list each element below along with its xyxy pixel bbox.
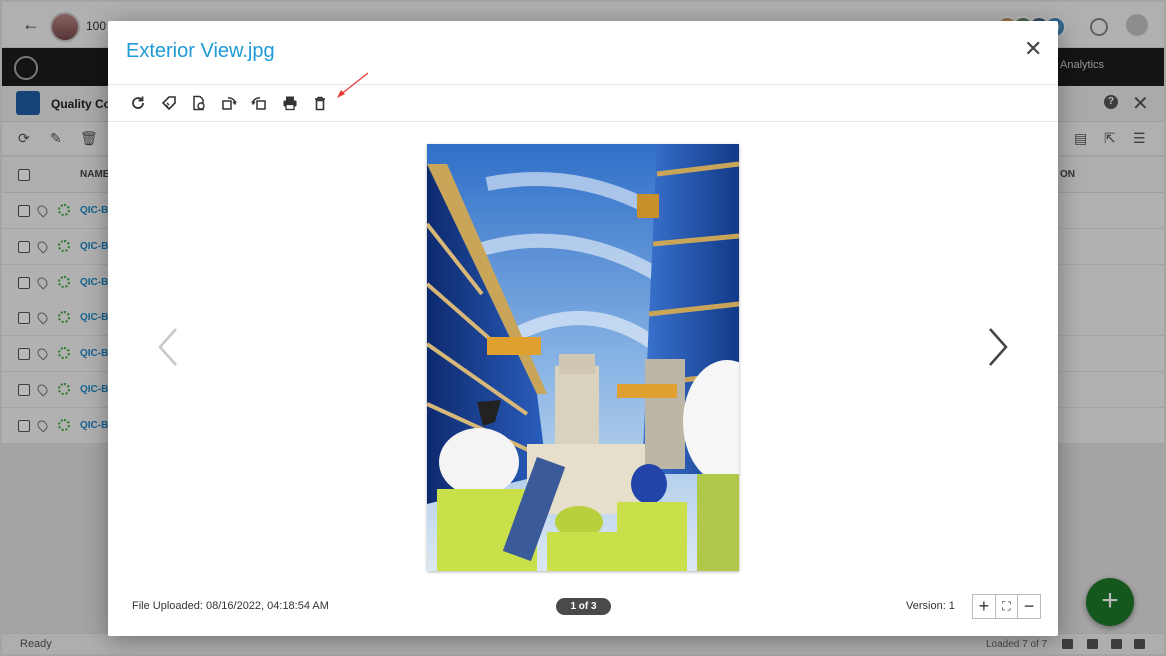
tag-icon[interactable]: [161, 95, 177, 111]
refresh-icon[interactable]: [130, 95, 146, 111]
version-label: Version: 1: [906, 600, 955, 612]
file-uploaded-timestamp: File Uploaded: 08/16/2022, 04:18:54 AM: [132, 600, 329, 612]
page-indicator: 1 of 3: [556, 598, 611, 615]
delete-icon[interactable]: [312, 95, 328, 111]
modal-title: Exterior View.jpg: [126, 40, 275, 62]
zoom-controls: + ⛶ −: [972, 594, 1041, 619]
next-file-arrow-icon[interactable]: [986, 327, 1010, 372]
zoom-in-button[interactable]: +: [973, 595, 996, 618]
close-icon[interactable]: ✕: [1024, 38, 1042, 60]
document-info-icon[interactable]: [191, 95, 207, 111]
rotate-left-icon[interactable]: [251, 95, 267, 111]
viewer-toolbar: [108, 84, 1058, 122]
annotation-arrow: [337, 72, 369, 98]
print-icon[interactable]: [282, 95, 298, 111]
zoom-fit-button[interactable]: ⛶: [996, 595, 1019, 618]
zoom-out-button[interactable]: −: [1018, 595, 1040, 618]
file-preview-image: [427, 144, 739, 571]
rotate-right-icon[interactable]: [221, 95, 237, 111]
file-viewer-modal: Exterior View.jpg ✕ File Uploaded: 08/16…: [108, 21, 1058, 636]
previous-file-arrow-icon[interactable]: [156, 327, 180, 372]
